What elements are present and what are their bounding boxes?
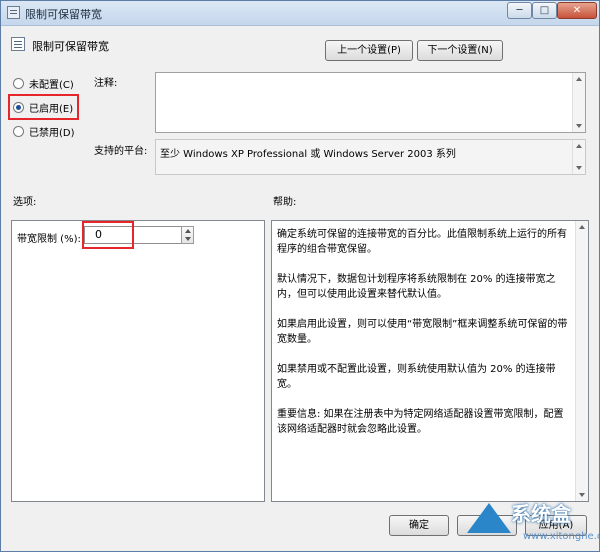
watermark-url: www.xitonghe.com xyxy=(523,531,599,542)
options-section-label: 选项: xyxy=(13,197,37,208)
comment-textarea[interactable] xyxy=(155,72,586,133)
comment-label: 注释: xyxy=(94,78,118,89)
help-paragraph: 如果启用此设置，则可以使用“带宽限制”框来调整系统可保留的带宽数量。 xyxy=(277,319,568,345)
title-bar[interactable]: 限制可保留带宽 ─ □ ✕ xyxy=(1,1,599,26)
policy-dialog-window: 限制可保留带宽 ─ □ ✕ 限制可保留带宽 上一个设置(P) 下一个设置(N) … xyxy=(0,0,600,552)
platform-scrollbar[interactable] xyxy=(572,140,585,174)
help-paragraph: 确定系统可保留的连接带宽的百分比。此值限制系统上运行的所有程序的组合带宽保留。 xyxy=(277,229,567,255)
help-paragraph: 如果禁用或不配置此设置，则系统使用默认值为 20% 的连接带宽。 xyxy=(277,364,556,390)
window-title: 限制可保留带宽 xyxy=(25,8,102,21)
scroll-down-icon[interactable] xyxy=(576,124,582,128)
highlight-enabled-box xyxy=(8,94,79,120)
platform-box: 至少 Windows XP Professional 或 Windows Ser… xyxy=(155,139,586,175)
minimize-button[interactable]: ─ xyxy=(507,2,532,19)
scroll-up-icon[interactable] xyxy=(579,225,585,229)
comment-scrollbar[interactable] xyxy=(572,73,585,132)
policy-icon xyxy=(7,6,20,19)
ok-button[interactable]: 确定 xyxy=(389,515,449,536)
radio-circle[interactable] xyxy=(13,77,24,89)
scroll-up-icon[interactable] xyxy=(576,144,582,148)
close-button[interactable]: ✕ xyxy=(557,2,597,19)
scroll-down-icon[interactable] xyxy=(579,493,585,497)
options-panel: 带宽限制 (%): 0 xyxy=(11,220,265,502)
platform-label: 支持的平台: xyxy=(94,146,148,157)
scroll-up-icon[interactable] xyxy=(576,77,582,81)
previous-setting-button[interactable]: 上一个设置(P) xyxy=(325,40,413,61)
scroll-down-icon[interactable] xyxy=(576,166,582,170)
radio-label: 已禁用(D) xyxy=(29,127,75,139)
platform-value: 至少 Windows XP Professional 或 Windows Ser… xyxy=(160,149,456,160)
radio-label: 未配置(C) xyxy=(29,79,74,91)
radio-disabled[interactable]: 已禁用(D) xyxy=(13,123,75,139)
help-paragraph: 重要信息: 如果在注册表中为特定网络适配器设置带宽限制，配置该网络适配器时就会忽… xyxy=(277,409,564,435)
help-paragraph: 默认情况下，数据包计划程序将系统限制在 20% 的连接带宽之内，但可以使用此设置… xyxy=(277,274,556,300)
bandwidth-spinner[interactable] xyxy=(181,226,194,244)
help-scrollbar[interactable] xyxy=(575,221,588,501)
setting-title: 限制可保留带宽 xyxy=(32,40,109,53)
watermark-brand: 系统盒 xyxy=(511,502,571,526)
highlight-bandwidth-box xyxy=(82,221,134,249)
watermark-logo: 系统盒 www.xitonghe.com xyxy=(467,498,599,551)
setting-icon xyxy=(11,37,25,51)
help-section-label: 帮助: xyxy=(273,197,297,208)
help-text: 确定系统可保留的连接带宽的百分比。此值限制系统上运行的所有程序的组合带宽保留。 … xyxy=(277,227,571,452)
radio-circle[interactable] xyxy=(13,125,24,137)
maximize-button[interactable]: □ xyxy=(532,2,557,19)
help-panel: 确定系统可保留的连接带宽的百分比。此值限制系统上运行的所有程序的组合带宽保留。 … xyxy=(271,220,589,502)
watermark-triangle-icon xyxy=(467,503,511,533)
bandwidth-limit-label: 带宽限制 (%): xyxy=(17,234,81,245)
spin-up-icon[interactable] xyxy=(185,229,191,233)
spin-down-icon[interactable] xyxy=(185,237,191,241)
next-setting-button[interactable]: 下一个设置(N) xyxy=(417,40,503,61)
radio-not-configured[interactable]: 未配置(C) xyxy=(13,75,74,91)
